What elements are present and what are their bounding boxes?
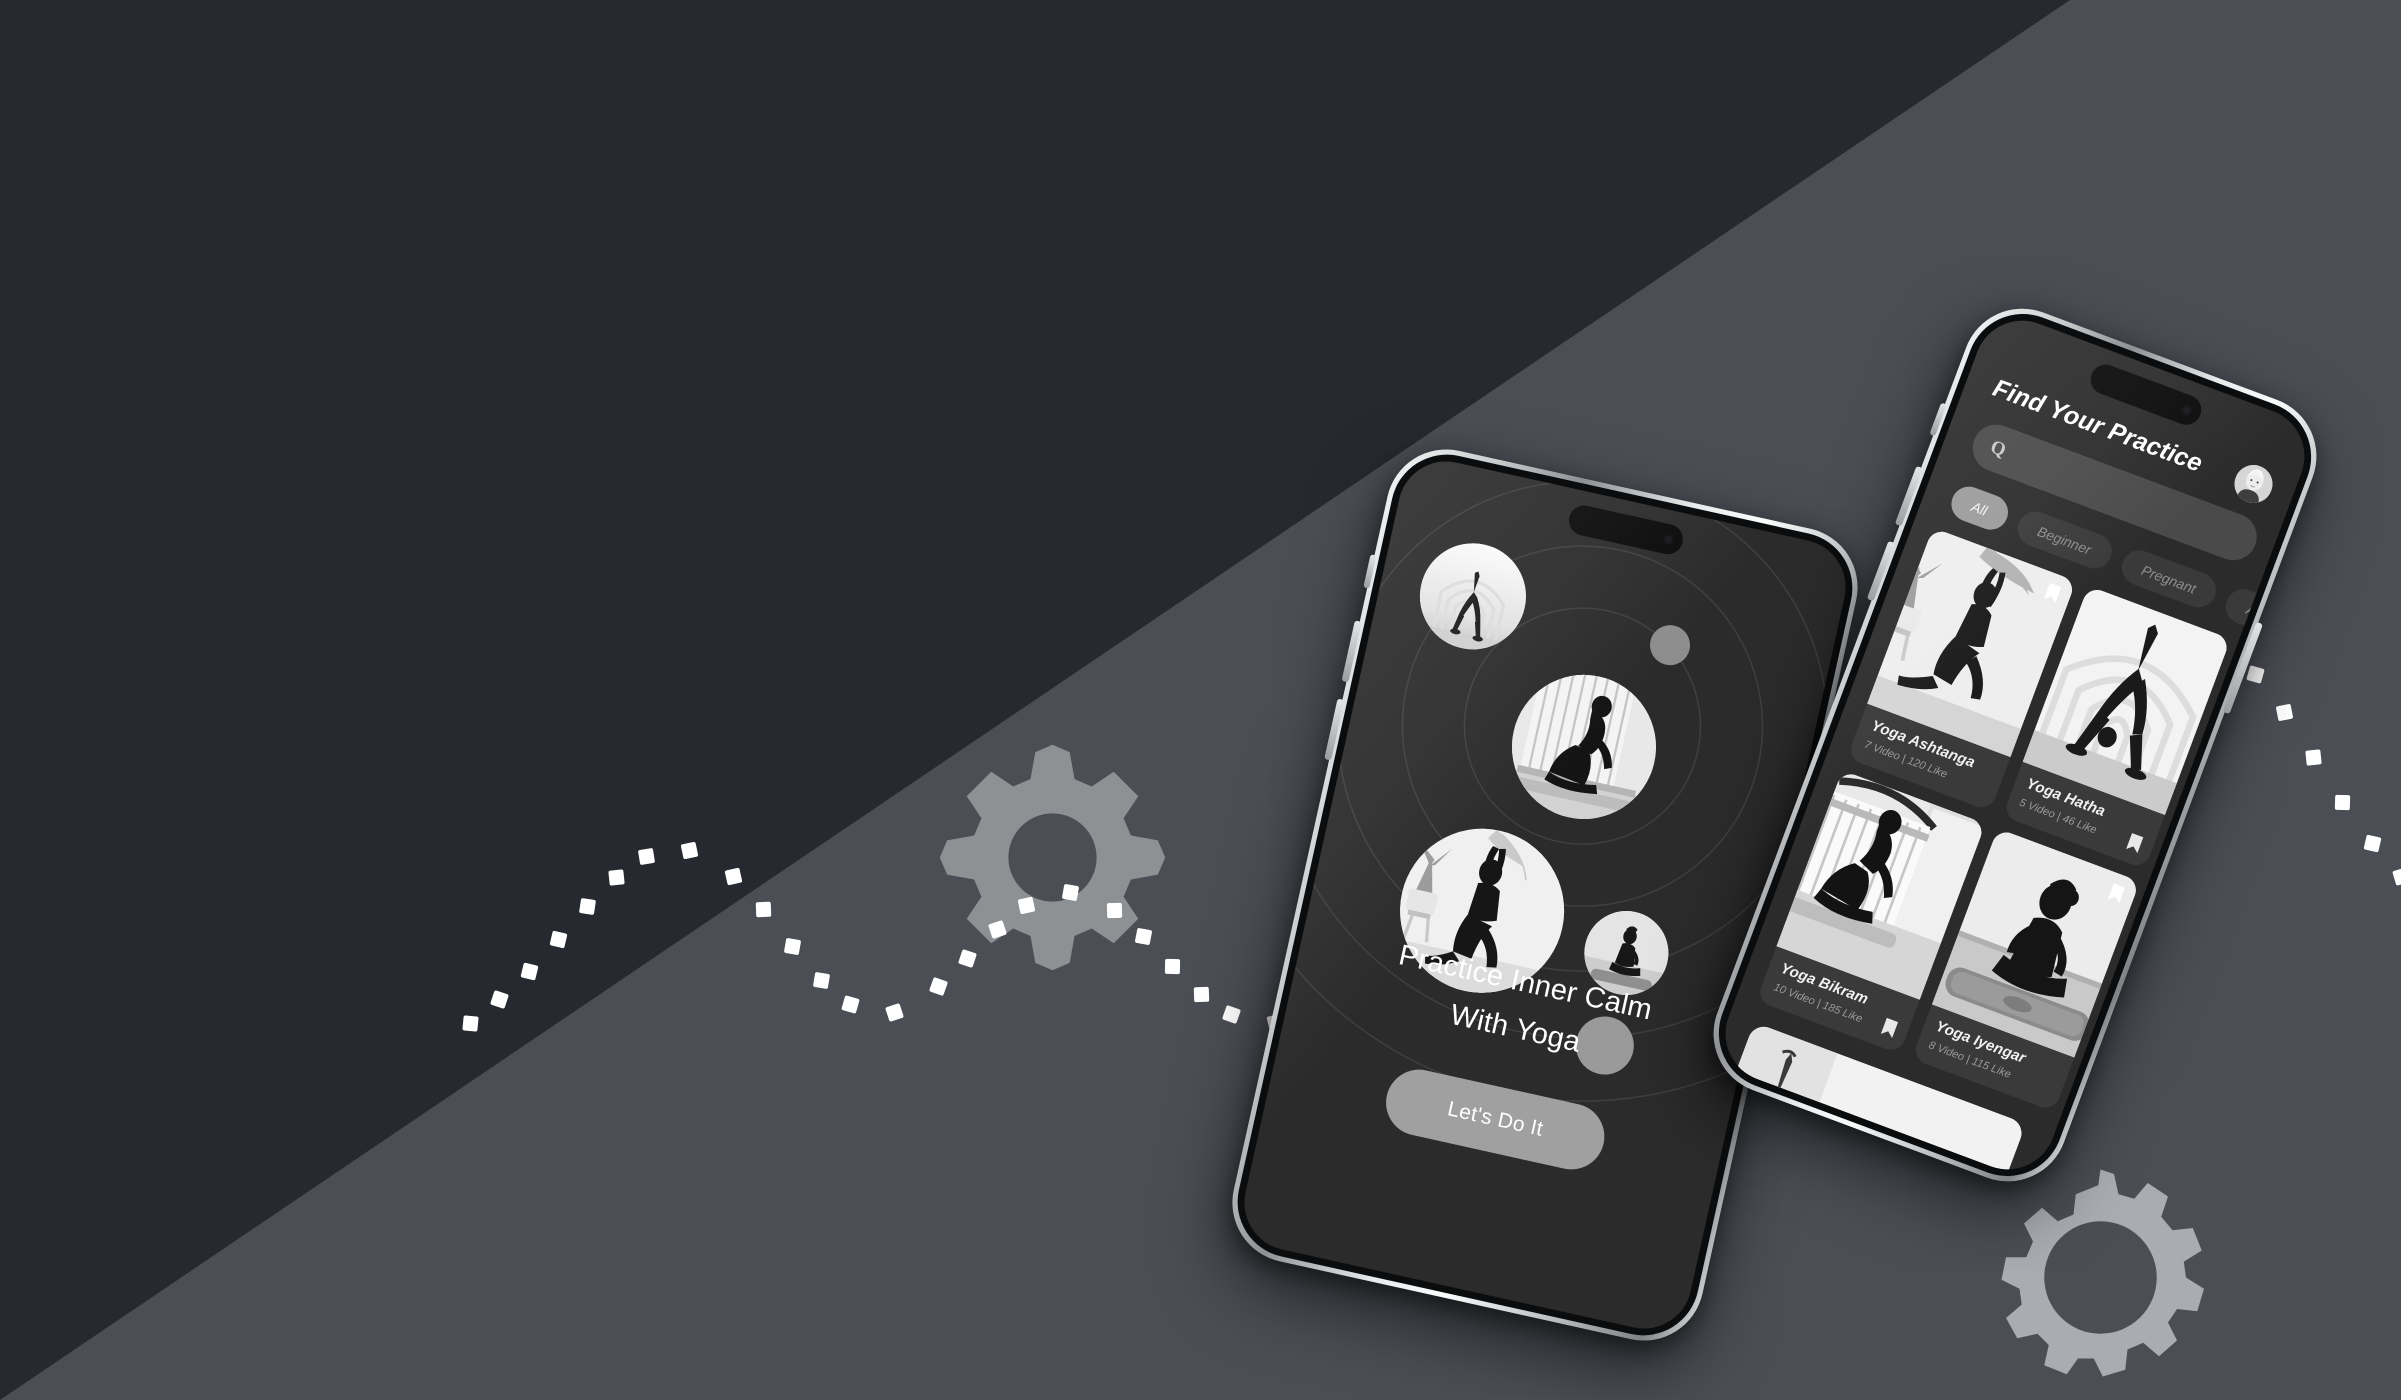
search-icon: Q xyxy=(1987,436,2009,462)
front-camera-icon xyxy=(2180,403,2194,417)
front-camera-icon xyxy=(1662,533,1675,546)
filter-chip-all[interactable]: All xyxy=(1946,482,2012,535)
avatar-photo xyxy=(2229,460,2278,509)
gear-icon-small xyxy=(1988,1165,2213,1390)
gear-icon-large xyxy=(930,735,1175,980)
avatar[interactable] xyxy=(2229,460,2278,509)
